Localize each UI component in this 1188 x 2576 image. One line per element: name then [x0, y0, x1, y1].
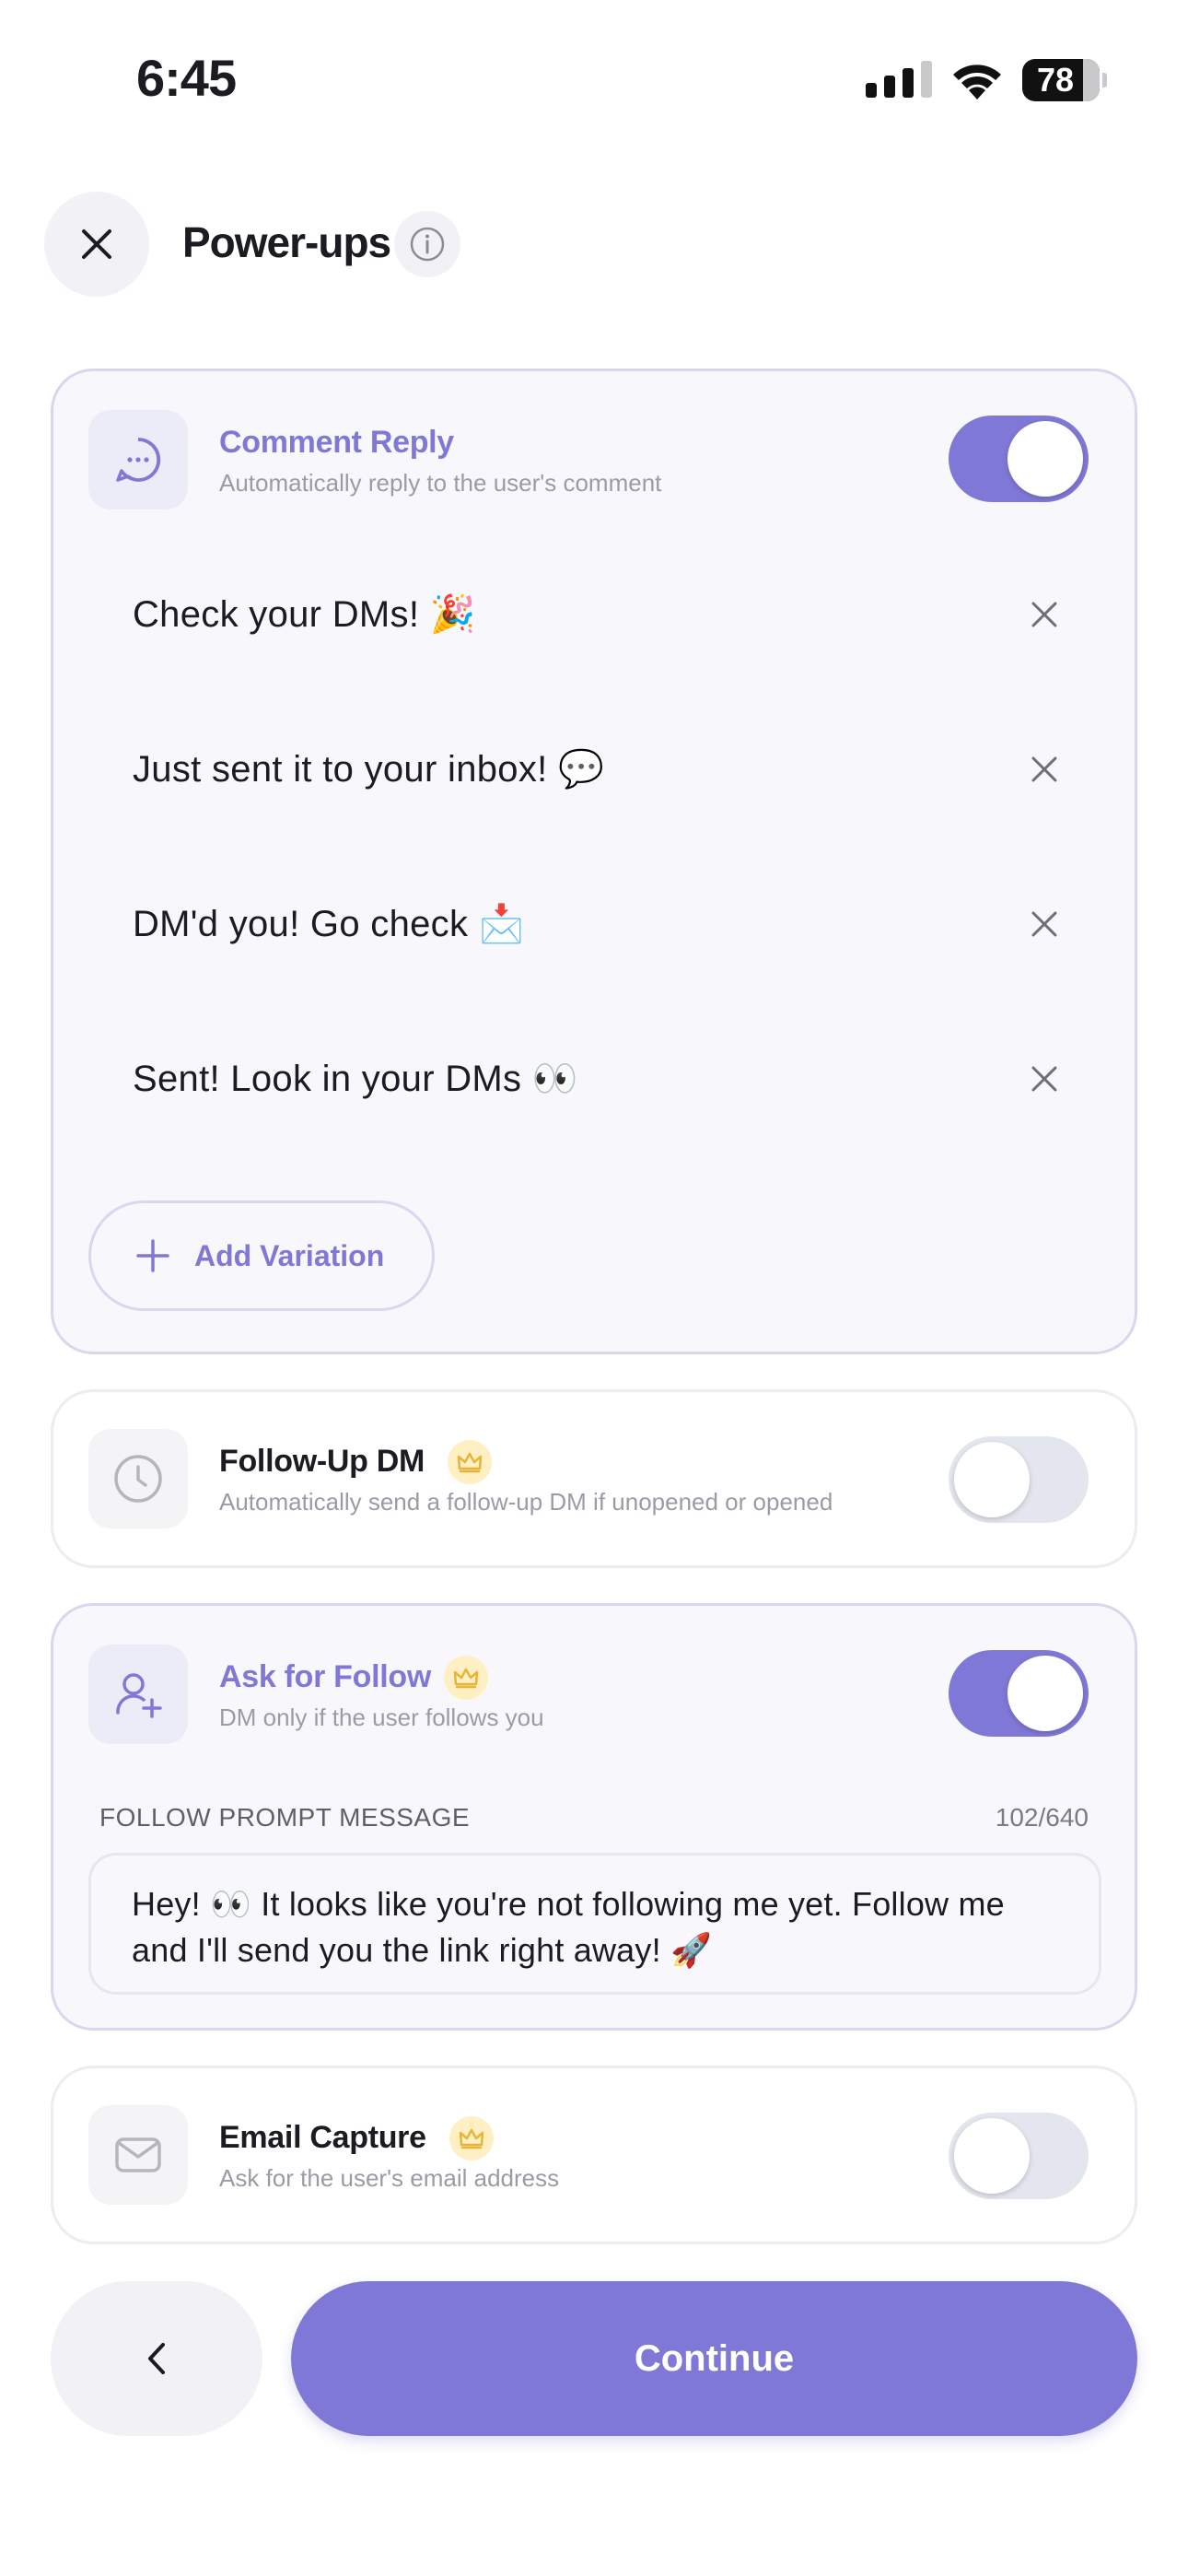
variation-item[interactable]: Just sent it to your inbox! 💬 — [90, 714, 1103, 825]
continue-label: Continue — [634, 2337, 795, 2379]
status-time: 6:45 — [136, 49, 237, 107]
follow-up-dm-title: Follow-Up DM — [219, 1444, 425, 1479]
remove-variation-button[interactable] — [1022, 1057, 1066, 1101]
clock-icon — [114, 1455, 162, 1503]
comment-reply-subtitle: Automatically reply to the user's commen… — [219, 469, 662, 497]
crown-icon — [457, 1452, 483, 1473]
back-button[interactable] — [51, 2281, 262, 2436]
email-capture-subtitle: Ask for the user's email address — [219, 2164, 560, 2192]
envelope-icon — [115, 2137, 161, 2172]
ask-for-follow-subtitle: DM only if the user follows you — [219, 1704, 544, 1731]
comment-reply-title: Comment Reply — [219, 425, 454, 460]
wifi-icon — [953, 64, 1001, 100]
ask-for-follow-toggle[interactable] — [949, 1650, 1089, 1737]
follow-up-dm-card: Follow-Up DM Automatically send a follow… — [51, 1389, 1137, 1568]
follow-prompt-message-text: Hey! 👀 It looks like you're not followin… — [132, 1885, 1005, 1969]
email-capture-title: Email Capture — [219, 2120, 426, 2155]
close-icon — [1031, 1066, 1057, 1092]
ask-for-follow-icon-tile — [88, 1645, 188, 1744]
variation-item[interactable]: Check your DMs! 🎉 — [90, 559, 1103, 670]
email-capture-card: Email Capture Ask for the user's email a… — [51, 2066, 1137, 2244]
battery-icon: 78 — [1022, 59, 1107, 101]
user-plus-icon — [116, 1673, 162, 1718]
variation-item[interactable]: DM'd you! Go check 📩 — [90, 869, 1103, 979]
close-icon — [1031, 602, 1057, 627]
premium-badge — [449, 2116, 494, 2160]
power-ups-screen: 6:45 78 Power-ups Comment Reply Automati… — [0, 0, 1188, 2576]
variation-item[interactable]: Sent! Look in your DMs 👀 — [90, 1024, 1103, 1134]
variation-text: DM'd you! Go check 📩 — [133, 904, 525, 944]
follow-up-dm-subtitle: Automatically send a follow-up DM if uno… — [219, 1488, 833, 1516]
close-button[interactable] — [44, 192, 149, 297]
chevron-left-icon — [148, 2343, 165, 2374]
add-variation-button[interactable]: Add Variation — [88, 1200, 435, 1311]
follow-up-dm-icon-tile — [88, 1429, 188, 1528]
ask-for-follow-title: Ask for Follow — [219, 1659, 432, 1694]
close-icon — [1031, 756, 1057, 782]
remove-variation-button[interactable] — [1022, 592, 1066, 637]
follow-up-dm-toggle[interactable] — [949, 1436, 1089, 1523]
status-bar: 6:45 78 — [0, 0, 1188, 157]
variation-text: Just sent it to your inbox! 💬 — [133, 749, 605, 790]
cellular-signal-icon — [866, 61, 932, 98]
page-title: Power-ups — [182, 218, 391, 266]
ask-for-follow-card: Ask for Follow DM only if the user follo… — [51, 1603, 1137, 2031]
crown-icon — [453, 1668, 479, 1689]
close-icon — [82, 229, 111, 259]
crown-icon — [459, 2128, 484, 2149]
email-capture-toggle[interactable] — [949, 2113, 1089, 2199]
remove-variation-button[interactable] — [1022, 902, 1066, 946]
comment-reply-icon-tile — [88, 410, 188, 509]
variation-text: Sent! Look in your DMs 👀 — [133, 1059, 578, 1099]
chat-bubble-icon — [116, 438, 161, 482]
close-icon — [1031, 911, 1057, 937]
premium-badge — [448, 1440, 492, 1484]
remove-variation-button[interactable] — [1022, 747, 1066, 791]
plus-icon — [136, 1239, 169, 1272]
battery-percentage: 78 — [1036, 61, 1075, 99]
comment-reply-toggle[interactable] — [949, 416, 1089, 502]
info-button[interactable] — [394, 211, 460, 277]
follow-prompt-label: FOLLOW PROMPT MESSAGE — [99, 1803, 471, 1832]
follow-prompt-message-field[interactable]: Hey! 👀 It looks like you're not followin… — [88, 1853, 1101, 1995]
premium-badge — [444, 1656, 488, 1700]
character-count: 102/640 — [995, 1803, 1089, 1832]
add-variation-label: Add Variation — [194, 1238, 385, 1272]
continue-button[interactable]: Continue — [291, 2281, 1137, 2436]
email-capture-icon-tile — [88, 2105, 188, 2205]
info-icon — [410, 227, 445, 262]
variation-text: Check your DMs! 🎉 — [133, 594, 476, 635]
comment-reply-card: Comment Reply Automatically reply to the… — [51, 369, 1137, 1354]
